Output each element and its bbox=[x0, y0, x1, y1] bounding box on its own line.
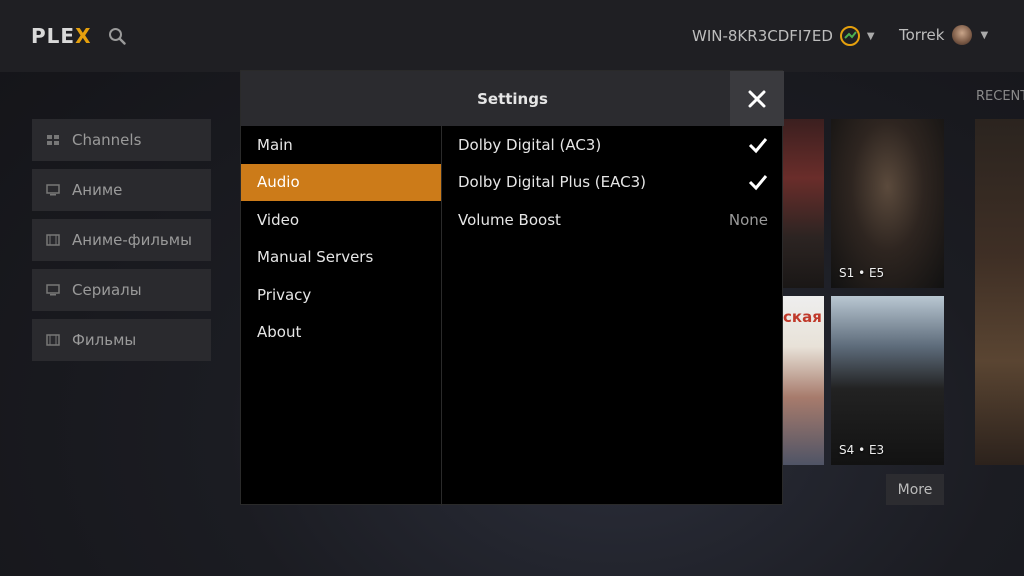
logo-accent: X bbox=[75, 24, 92, 48]
sidebar-item-anime-films[interactable]: Аниме-фильмы bbox=[32, 219, 211, 261]
episode-label: S1 • E5 bbox=[839, 266, 885, 280]
dialog-title: Settings bbox=[477, 89, 548, 108]
episode-label: S4 • E3 bbox=[839, 443, 885, 457]
search-icon[interactable] bbox=[108, 27, 126, 45]
menu-item-manual-servers[interactable]: Manual Servers bbox=[241, 239, 441, 277]
menu-item-main[interactable]: Main bbox=[241, 126, 441, 164]
monitor-icon bbox=[46, 284, 60, 296]
poster-thumbnail[interactable]: S1 • E5 bbox=[831, 119, 944, 288]
user-menu[interactable]: Torrek ▼ bbox=[899, 25, 988, 45]
option-dolby-digital[interactable]: Dolby Digital (AC3) bbox=[442, 126, 784, 164]
poster-title-text: ская bbox=[783, 308, 822, 326]
film-icon bbox=[46, 234, 60, 246]
dialog-header: Settings bbox=[241, 71, 784, 126]
option-label: Dolby Digital Plus (EAC3) bbox=[458, 173, 646, 192]
close-button[interactable] bbox=[730, 71, 784, 126]
monitor-icon bbox=[46, 184, 60, 196]
sidebar-item-films[interactable]: Фильмы bbox=[32, 319, 211, 361]
chevron-down-icon: ▼ bbox=[980, 29, 989, 41]
menu-item-about[interactable]: About bbox=[241, 314, 441, 352]
audio-options: Dolby Digital (AC3) Dolby Digital Plus (… bbox=[442, 126, 784, 506]
sidebar-item-label: Сериалы bbox=[72, 281, 142, 299]
option-label: Dolby Digital (AC3) bbox=[458, 135, 602, 154]
top-bar: PLEX WIN-8KR3CDFI7ED ▼ Torrek ▼ bbox=[0, 0, 1024, 72]
menu-item-audio[interactable]: Audio bbox=[241, 163, 441, 201]
library-sidebar: Channels Аниме Аниме-фильмы Сериалы Филь… bbox=[32, 119, 211, 369]
more-button[interactable]: More bbox=[886, 474, 944, 505]
sidebar-item-label: Аниме-фильмы bbox=[72, 231, 192, 249]
film-icon bbox=[46, 334, 60, 346]
server-status-icon bbox=[839, 26, 860, 46]
plex-logo[interactable]: PLEX bbox=[31, 24, 92, 48]
poster-thumbnail[interactable]: ская bbox=[783, 296, 824, 465]
sidebar-item-label: Аниме bbox=[72, 181, 123, 199]
avatar bbox=[952, 25, 973, 45]
checkmark-icon[interactable] bbox=[748, 135, 768, 155]
menu-item-video[interactable]: Video bbox=[241, 201, 441, 239]
server-selector[interactable]: WIN-8KR3CDFI7ED ▼ bbox=[692, 25, 875, 47]
checkmark-icon[interactable] bbox=[748, 172, 768, 192]
server-name: WIN-8KR3CDFI7ED bbox=[692, 27, 833, 45]
close-icon bbox=[748, 90, 766, 107]
poster-thumbnail[interactable] bbox=[783, 119, 824, 288]
recent-section-label: RECENT bbox=[976, 89, 1024, 104]
sidebar-item-anime[interactable]: Аниме bbox=[32, 169, 211, 211]
option-volume-boost[interactable]: Volume Boost None bbox=[442, 201, 784, 239]
poster-thumbnail[interactable]: S4 • E3 bbox=[831, 296, 944, 465]
settings-dialog: Settings Main Audio Video Manual Servers… bbox=[240, 70, 784, 506]
sidebar-item-series[interactable]: Сериалы bbox=[32, 269, 211, 311]
settings-menu: Main Audio Video Manual Servers Privacy … bbox=[241, 126, 442, 506]
option-dolby-digital-plus[interactable]: Dolby Digital Plus (EAC3) bbox=[442, 164, 784, 202]
user-name: Torrek bbox=[899, 26, 945, 44]
poster-thumbnail[interactable] bbox=[975, 119, 1024, 465]
sidebar-item-label: Channels bbox=[72, 131, 142, 149]
grid-icon bbox=[47, 135, 59, 145]
option-label: Volume Boost bbox=[458, 210, 561, 229]
logo-text: PLE bbox=[31, 24, 76, 48]
menu-item-privacy[interactable]: Privacy bbox=[241, 276, 441, 314]
sidebar-item-channels[interactable]: Channels bbox=[32, 119, 211, 161]
volume-boost-value[interactable]: None bbox=[729, 211, 768, 229]
sidebar-item-label: Фильмы bbox=[72, 331, 137, 349]
chevron-down-icon: ▼ bbox=[866, 30, 875, 42]
